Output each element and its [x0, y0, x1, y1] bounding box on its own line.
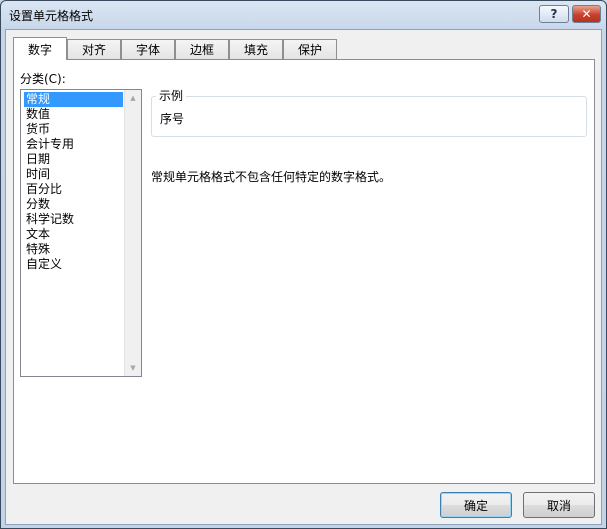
category-item-currency[interactable]: 货币 [24, 122, 52, 137]
tab-font[interactable]: 字体 [121, 39, 175, 59]
category-item-scientific[interactable]: 科学记数 [24, 212, 76, 227]
tab-alignment[interactable]: 对齐 [67, 39, 121, 59]
category-listbox[interactable]: 常规 数值 货币 会计专用 日期 时间 百分比 分数 科学记数 文本 特殊 自定… [20, 89, 142, 377]
tab-strip: 数字 对齐 字体 边框 填充 保护 [13, 37, 337, 60]
help-icon: ? [550, 7, 558, 21]
close-icon: ✕ [581, 7, 592, 21]
title-bar[interactable]: 设置单元格格式 ? ✕ [1, 1, 606, 29]
cancel-button[interactable]: 取消 [523, 492, 595, 518]
sample-value: 序号 [160, 112, 185, 126]
category-label: 分类(C): [20, 72, 66, 86]
tab-number[interactable]: 数字 [13, 37, 67, 60]
category-item-number[interactable]: 数值 [24, 107, 52, 122]
format-description: 常规单元格格式不包含任何特定的数字格式。 [151, 170, 392, 184]
help-button[interactable]: ? [539, 5, 569, 23]
tab-fill[interactable]: 填充 [229, 39, 283, 59]
category-item-percentage[interactable]: 百分比 [24, 182, 64, 197]
category-item-accounting[interactable]: 会计专用 [24, 137, 76, 152]
category-item-fraction[interactable]: 分数 [24, 197, 52, 212]
tab-border[interactable]: 边框 [175, 39, 229, 59]
dialog-body: 数字 对齐 字体 边框 填充 保护 分类(C): 常规 数值 货币 会计专用 日… [5, 29, 602, 525]
category-scrollbar[interactable]: ▲ ▼ [124, 90, 141, 376]
category-item-time[interactable]: 时间 [24, 167, 52, 182]
tab-panel-number: 分类(C): 常规 数值 货币 会计专用 日期 时间 百分比 分数 科学记数 文… [13, 59, 595, 484]
scroll-up-arrow-icon[interactable]: ▲ [125, 90, 141, 106]
close-button[interactable]: ✕ [572, 5, 601, 23]
sample-group [151, 96, 587, 137]
scroll-down-arrow-icon[interactable]: ▼ [125, 360, 141, 376]
category-item-general[interactable]: 常规 [24, 92, 123, 107]
dialog-title: 设置单元格格式 [9, 9, 94, 23]
tab-protection[interactable]: 保护 [283, 39, 337, 59]
category-item-text[interactable]: 文本 [24, 227, 52, 242]
format-cells-dialog: 设置单元格格式 ? ✕ 数字 对齐 字体 边框 填充 保护 分类(C): 常规 … [0, 0, 607, 529]
category-item-date[interactable]: 日期 [24, 152, 52, 167]
sample-legend: 示例 [156, 87, 187, 104]
category-item-special[interactable]: 特殊 [24, 242, 52, 257]
ok-button[interactable]: 确定 [440, 492, 512, 518]
category-item-custom[interactable]: 自定义 [24, 257, 64, 272]
